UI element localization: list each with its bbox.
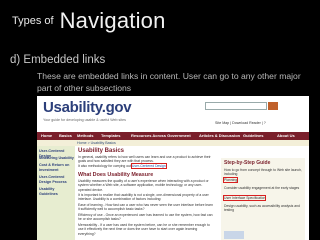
right-thumbnail-image[interactable]	[224, 231, 244, 239]
embedded-link-ui-spec[interactable]: User Interface Specification	[222, 195, 267, 201]
main-para-1b-text: It also methodology for carrying out	[78, 164, 131, 168]
main-para-2: Usability measures the quality of a user…	[78, 179, 209, 192]
main-para-1b: It also methodology for carrying out Use…	[78, 163, 167, 169]
section-text: These are embedded links in content. Use…	[37, 71, 301, 93]
main-para-1: In general, usability refers to how well…	[78, 155, 211, 164]
slide-title-prefix: Types of	[12, 15, 54, 27]
main-heading-basics: Usability Basics	[78, 148, 125, 154]
section-heading: d) Embedded links	[10, 54, 106, 66]
site-search-input[interactable]	[205, 102, 267, 110]
nav-item-templates[interactable]: Templates	[101, 133, 121, 138]
nav-item-guidelines[interactable]: Guidelines	[243, 133, 263, 138]
nav-item-about[interactable]: About Us	[277, 133, 295, 138]
site-search-button[interactable]	[268, 102, 278, 110]
main-bullet-3: Memorability - If a user has used the sy…	[78, 223, 210, 236]
site-sidebar: User-Centered Design Measuring Usability…	[37, 146, 75, 240]
site-right-column: Step-by-Step Guide How to go from concep…	[221, 158, 305, 240]
right-para-2: Consider usability engagement at the ear…	[224, 186, 300, 190]
right-heading: Step-by-Step Guide	[224, 160, 271, 166]
site-top-links[interactable]: Site Map | Download Reader | ?	[215, 121, 266, 125]
main-para-3: It is important to realize that usabilit…	[78, 193, 209, 202]
embedded-link-ucd[interactable]: User-Centered Design	[130, 163, 167, 169]
nav-item-articles[interactable]: Articles & Discussion	[199, 133, 240, 138]
site-header: Usability.gov Your guide for developing …	[37, 96, 309, 132]
right-para-1-link: Planning	[222, 177, 304, 183]
main-bullet-2: Efficiency of use - Once an experienced …	[78, 213, 213, 222]
site-logo[interactable]: Usability.gov	[43, 99, 132, 116]
embedded-website-screenshot: Usability.gov Your guide for developing …	[37, 96, 309, 240]
slide-title: Types of Navigation	[12, 8, 166, 34]
nav-item-methods[interactable]: Methods	[77, 133, 93, 138]
sidebar-item-cost[interactable]: Cost & Return on Investment	[39, 163, 74, 172]
site-nav-bar: Home Basics Methods Templates Resources …	[37, 132, 309, 140]
breadcrumb[interactable]: Home > Usability Basics	[77, 141, 116, 145]
sidebar-item-ucd-process[interactable]: User-Centered Design Process	[39, 175, 74, 184]
right-para-2-link: User Interface Specification	[222, 195, 304, 201]
nav-item-basics[interactable]: Basics	[59, 133, 72, 138]
main-heading-measure: What Does Usability Measure	[78, 172, 154, 178]
slide-title-main: Navigation	[59, 8, 166, 33]
right-para-1: How to go from concept through to Web si…	[224, 168, 302, 177]
main-bullet-1: Ease of learning - How fast can a user w…	[78, 203, 213, 212]
sidebar-item-guidelines[interactable]: Usability Guidelines	[39, 187, 74, 196]
sidebar-item-measuring[interactable]: Measuring Usability	[39, 156, 74, 161]
site-tagline: Your guide for developing usable & usefu…	[43, 118, 126, 122]
nav-item-resources[interactable]: Resources Across Government	[131, 133, 191, 138]
nav-item-home[interactable]: Home	[41, 133, 52, 138]
right-para-3: Design usability, such as accessibility …	[224, 204, 300, 213]
embedded-link-planning[interactable]: Planning	[222, 177, 239, 183]
